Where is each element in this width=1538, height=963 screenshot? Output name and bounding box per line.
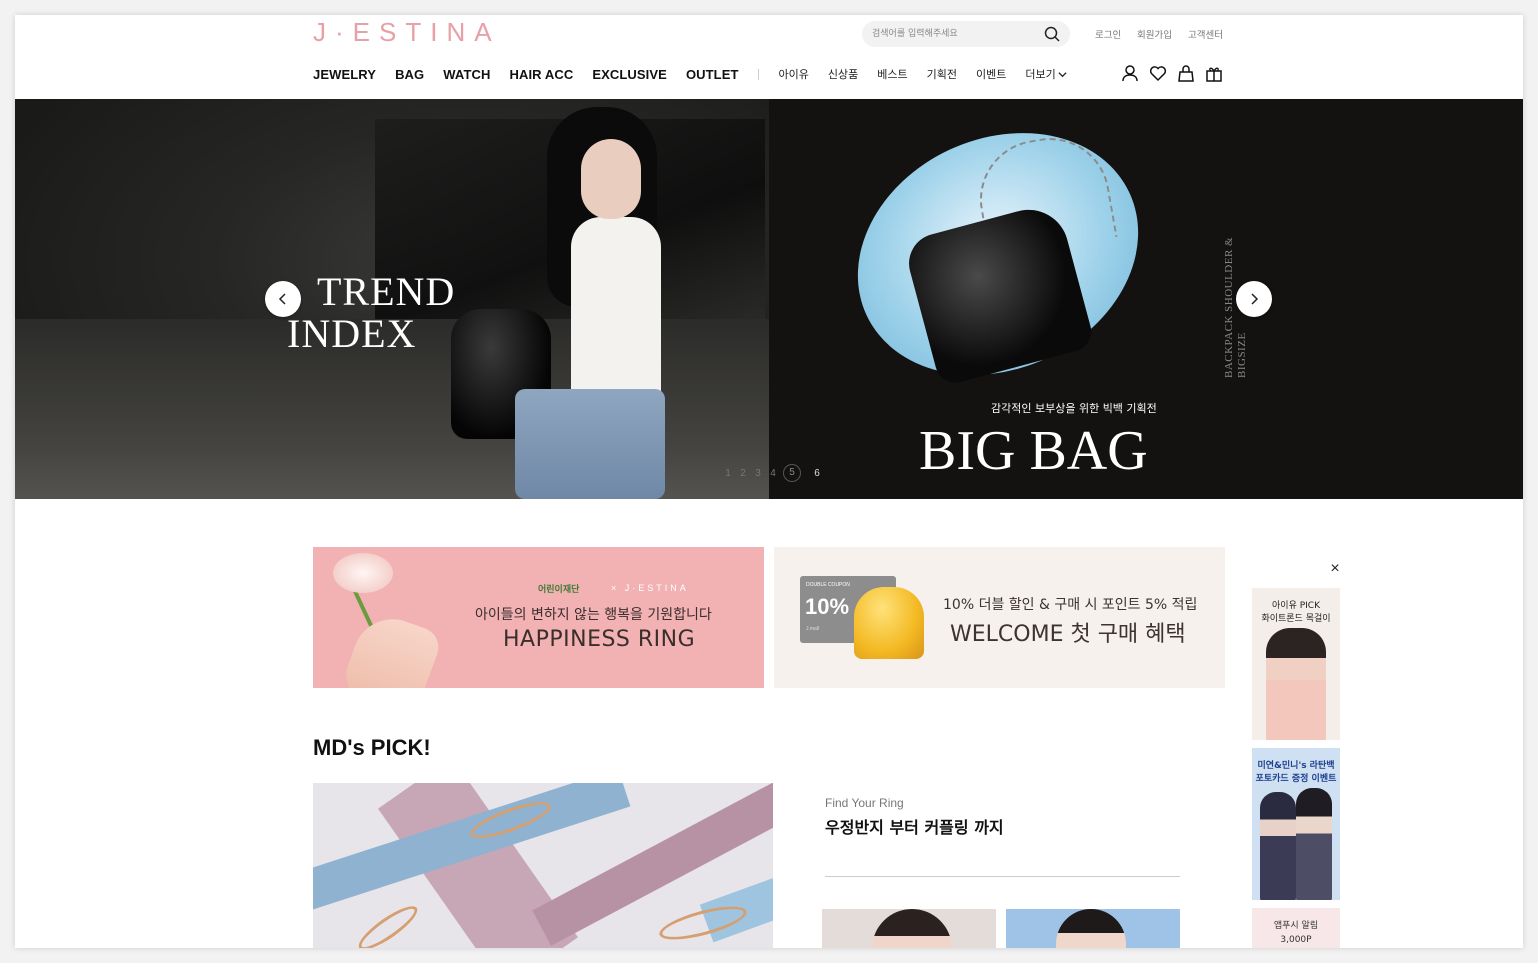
header-icons — [1121, 64, 1223, 82]
page-dot-4[interactable]: 4 — [768, 468, 778, 479]
nav-best[interactable]: 베스트 — [877, 66, 907, 82]
product-thumbnail[interactable] — [822, 909, 996, 948]
page-dot-6[interactable]: 6 — [812, 468, 822, 479]
cart-icon[interactable] — [1177, 64, 1195, 82]
model-top — [571, 217, 661, 407]
coupon-foot: J.mall — [806, 626, 820, 632]
nav-outlet[interactable]: OUTLET — [686, 67, 739, 82]
nav-more[interactable]: 더보기 — [1025, 66, 1067, 82]
main-navigation: JEWELRY BAG WATCH HAIR ACC EXCLUSIVE OUT… — [313, 65, 1086, 83]
nav-planning[interactable]: 기획전 — [927, 66, 957, 82]
login-link[interactable]: 로그인 — [1095, 27, 1121, 41]
happiness-banner-text: 아이들의 변하지 않는 행복을 기원합니다 — [475, 607, 712, 623]
hero-subtitle: 감각적인 보부상을 위한 빅백 기획전 — [991, 402, 1157, 415]
hero-slide-big-bag[interactable]: 감각적인 보부상을 위한 빅백 기획전 BIG BAG BACKPACK SHO… — [769, 99, 1523, 499]
page-dot-3[interactable]: 3 — [753, 468, 763, 479]
chevron-left-icon — [278, 293, 286, 305]
model-jeans — [515, 389, 665, 499]
product-thumbnail[interactable] — [1006, 909, 1180, 948]
model-face — [581, 139, 641, 219]
side-banner-line2: 포토카드 증정 이벤트 — [1255, 774, 1337, 784]
side-banner-line2: 3,000P — [1280, 935, 1312, 945]
side-banner-iu-pick[interactable]: 아이유 PICK 화이트론드 목걸이 — [1252, 588, 1340, 740]
side-banner-app-push[interactable]: 앱푸시 알림 3,000P — [1252, 908, 1340, 948]
happiness-ring-banner[interactable]: 어린이재단 × J·ESTINA 아이들의 변하지 않는 행복을 기원합니다 H… — [313, 547, 764, 688]
page-dot-1[interactable]: 1 — [723, 468, 733, 479]
browser-page: J·ESTINA 로그인 회원가입 고객센터 JEWELRY BAG WATCH… — [15, 15, 1523, 948]
nav-new[interactable]: 신상품 — [828, 66, 858, 82]
nav-watch[interactable]: WATCH — [443, 67, 490, 82]
brand-collab-label: × J·ESTINA — [611, 583, 689, 593]
hand-image — [338, 608, 444, 688]
search-input[interactable] — [872, 26, 1032, 42]
brand-logo[interactable]: J·ESTINA — [313, 17, 501, 48]
nav-more-label: 더보기 — [1025, 68, 1056, 81]
hero-title-line1: TREND — [317, 269, 456, 314]
md-pick-title: MD's PICK! — [313, 735, 431, 760]
search-bar[interactable] — [862, 21, 1070, 47]
ring-image — [353, 899, 423, 948]
page-dot-2[interactable]: 2 — [738, 468, 748, 479]
chevron-down-icon — [1058, 71, 1067, 77]
md-pick-image[interactable] — [313, 783, 773, 948]
carousel-pagination: 1 2 3 4 5 6 — [723, 464, 822, 482]
search-icon[interactable] — [1044, 26, 1060, 42]
happiness-banner-title: HAPPINESS RING — [503, 627, 696, 652]
nav-iu[interactable]: 아이유 — [779, 66, 809, 82]
coupon-value: 10% — [805, 594, 850, 619]
nav-bag[interactable]: BAG — [395, 67, 424, 82]
welcome-banner-title: WELCOME 첫 구매 혜택 — [950, 622, 1186, 647]
hero-slide-trend-index[interactable]: TREND INDEX — [15, 99, 769, 499]
close-icon[interactable]: × — [1327, 561, 1343, 577]
carousel-next-button[interactable] — [1236, 281, 1272, 317]
model-image-1 — [1260, 792, 1296, 900]
divider — [825, 876, 1180, 877]
chevron-right-icon — [1251, 293, 1259, 305]
hero-title-trend-index: TREND INDEX — [287, 271, 455, 355]
model-image-2 — [1296, 788, 1332, 900]
hero-carousel[interactable]: TREND INDEX 감각적인 보부상을 위한 빅백 기획전 BIG BAG … — [15, 99, 1523, 499]
model-image — [1056, 909, 1126, 948]
partner-logo: 어린이재단 — [538, 584, 580, 594]
side-banner-rattan-bag[interactable]: 미연&민니's 라탄백 포토카드 증정 이벤트 — [1252, 748, 1340, 900]
gift-icon[interactable] — [1205, 64, 1223, 82]
page-dot-5-active[interactable]: 5 — [783, 464, 801, 482]
nav-jewelry[interactable]: JEWELRY — [313, 67, 376, 82]
coin-stack-image — [854, 587, 924, 659]
nav-hair-acc[interactable]: HAIR ACC — [509, 67, 573, 82]
welcome-banner-text: 10% 더블 할인 & 구매 시 포인트 5% 적립 — [943, 597, 1198, 613]
signup-link[interactable]: 회원가입 — [1137, 27, 1172, 41]
user-icon[interactable] — [1121, 64, 1139, 82]
heart-icon[interactable] — [1149, 64, 1167, 82]
hero-title-big-bag: BIG BAG — [919, 420, 1148, 482]
nav-exclusive[interactable]: EXCLUSIVE — [592, 67, 667, 82]
coupon-label: DOUBLE COUPON — [806, 582, 850, 588]
model-image — [1266, 628, 1326, 740]
customer-center-link[interactable]: 고객센터 — [1188, 27, 1223, 41]
md-pick-label: Find Your Ring — [825, 796, 904, 810]
flower-image — [333, 553, 393, 593]
side-banner-line2: 화이트론드 목걸이 — [1261, 614, 1331, 624]
welcome-coupon-banner[interactable]: DOUBLE COUPON 10% J.mall 10% 더블 할인 & 구매 … — [774, 547, 1225, 688]
model-image — [872, 909, 952, 948]
md-pick-headline[interactable]: 우정반지 부터 커플링 까지 — [825, 814, 1004, 838]
carousel-prev-button[interactable] — [265, 281, 301, 317]
side-banner-line1: 아이유 PICK — [1272, 601, 1320, 611]
side-banner-line1: 미연&민니's 라탄백 — [1257, 761, 1335, 771]
nav-event[interactable]: 이벤트 — [976, 66, 1006, 82]
hero-title-line2: INDEX — [287, 311, 417, 356]
nav-divider — [757, 68, 759, 80]
side-banner-line1: 앱푸시 알림 — [1273, 921, 1319, 931]
